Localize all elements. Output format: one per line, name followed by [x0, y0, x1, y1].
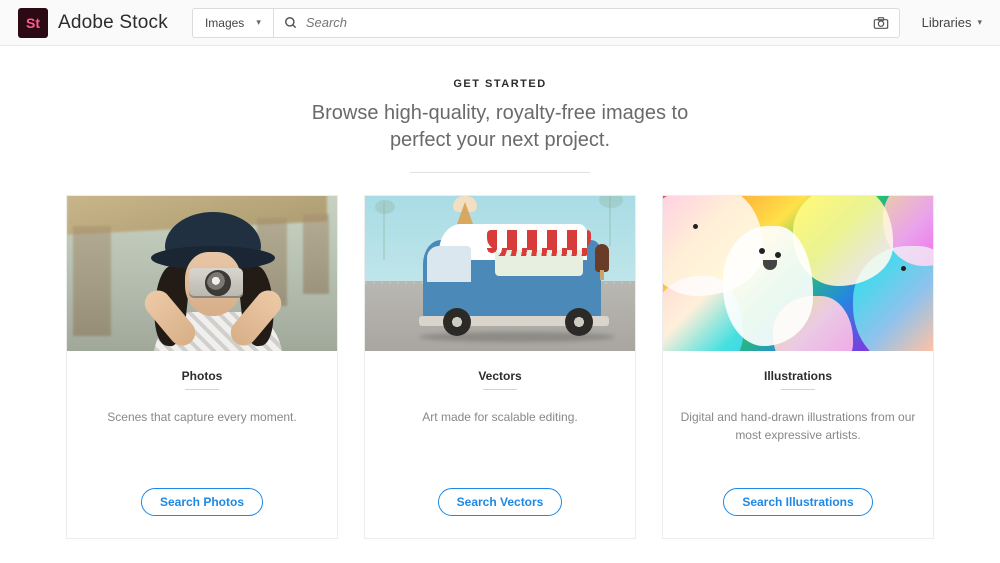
title-underline — [185, 389, 219, 390]
search-input[interactable] — [306, 15, 857, 30]
adobe-stock-logo[interactable]: St — [18, 8, 48, 38]
card-title: Vectors — [478, 369, 521, 383]
search-photos-button[interactable]: Search Photos — [141, 488, 263, 516]
card-photos: Photos Scenes that capture every moment.… — [66, 195, 338, 539]
card-description: Digital and hand-drawn illustrations fro… — [679, 408, 917, 460]
search-vectors-button[interactable]: Search Vectors — [438, 488, 563, 516]
card-title: Illustrations — [764, 369, 832, 383]
card-illustrations-thumbnail[interactable] — [663, 196, 933, 351]
hero-section: GET STARTED Browse high-quality, royalty… — [0, 46, 1000, 195]
card-vectors: Vectors Art made for scalable editing. S… — [364, 195, 636, 539]
libraries-menu[interactable]: Libraries ▾ — [922, 15, 982, 30]
logo-text: St — [26, 15, 40, 31]
category-cards: Photos Scenes that capture every moment.… — [0, 195, 1000, 539]
hero-subtitle-line2: perfect your next project. — [0, 127, 1000, 154]
card-vectors-thumbnail[interactable] — [365, 196, 635, 351]
card-illustrations: Illustrations Digital and hand-drawn ill… — [662, 195, 934, 539]
card-description: Scenes that capture every moment. — [107, 408, 296, 460]
top-header: St Adobe Stock Images ▾ Libraries ▾ — [0, 0, 1000, 46]
card-description: Art made for scalable editing. — [422, 408, 577, 460]
libraries-label: Libraries — [922, 15, 972, 30]
hero-kicker: GET STARTED — [0, 78, 1000, 90]
card-body: Illustrations Digital and hand-drawn ill… — [663, 351, 933, 538]
chevron-down-icon: ▾ — [256, 17, 261, 28]
hero-subtitle: Browse high-quality, royalty-free images… — [0, 100, 1000, 154]
card-photos-thumbnail[interactable] — [67, 196, 337, 351]
search-illustrations-button[interactable]: Search Illustrations — [723, 488, 872, 516]
camera-icon[interactable] — [873, 16, 889, 30]
card-body: Vectors Art made for scalable editing. S… — [365, 351, 635, 538]
search-category-select[interactable]: Images ▾ — [192, 8, 273, 38]
search-bar[interactable] — [273, 8, 900, 38]
title-underline — [483, 389, 517, 390]
search-icon — [284, 16, 298, 30]
card-body: Photos Scenes that capture every moment.… — [67, 351, 337, 538]
chevron-down-icon: ▾ — [977, 17, 982, 28]
hero-divider — [410, 172, 590, 173]
card-title: Photos — [182, 369, 223, 383]
hero-subtitle-line1: Browse high-quality, royalty-free images… — [0, 100, 1000, 127]
search-category-value: Images — [205, 16, 244, 30]
brand-name: Adobe Stock — [58, 12, 168, 34]
title-underline — [781, 389, 815, 390]
